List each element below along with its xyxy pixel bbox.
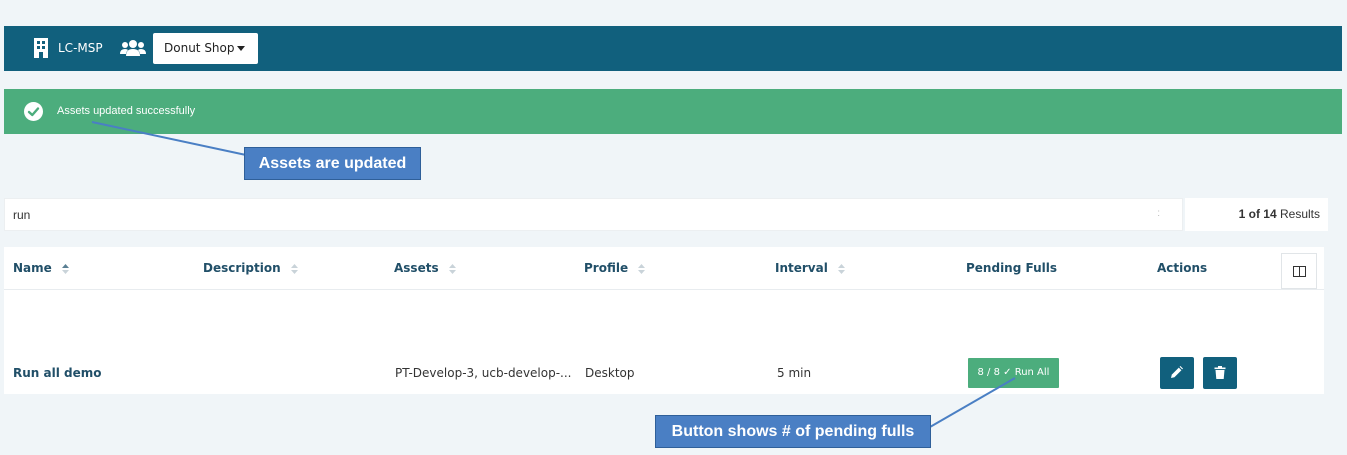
table-row: Run all demo PT-Develop-3, ucb-develop-.…: [4, 352, 1324, 394]
column-header-profile-label: Profile: [584, 261, 629, 275]
annotation-assets-updated: Assets are updated: [244, 147, 421, 180]
column-header-pending-fulls-label: Pending Fulls: [966, 261, 1058, 275]
column-header-name[interactable]: Name: [13, 247, 69, 289]
sort-icon: [290, 263, 298, 274]
column-toggle-button[interactable]: [1281, 253, 1317, 289]
search-box: :: [4, 198, 1183, 231]
delete-button[interactable]: [1203, 357, 1237, 389]
search-input[interactable]: [5, 199, 1145, 230]
results-summary: 1 of 14 Results: [1185, 198, 1328, 231]
row-assets: PT-Develop-3, ucb-develop-...: [395, 366, 572, 380]
tenant-select[interactable]: Donut Shop: [153, 33, 258, 64]
run-all-button[interactable]: 8 / 8 ✓ Run All: [968, 358, 1059, 388]
check-circle-icon: [24, 102, 43, 121]
column-header-name-label: Name: [13, 261, 52, 275]
column-header-pending-fulls: Pending Fulls: [966, 247, 1057, 289]
annotation-pending-fulls: Button shows # of pending fulls: [655, 415, 931, 448]
top-bar: LC-MSP Donut Shop: [4, 26, 1342, 71]
column-header-profile[interactable]: Profile: [584, 247, 646, 289]
column-header-assets-label: Assets: [394, 261, 439, 275]
columns-icon: [1293, 266, 1306, 277]
row-profile: Desktop: [585, 366, 635, 380]
column-header-interval-label: Interval: [775, 261, 828, 275]
row-name-link[interactable]: Run all demo: [13, 352, 101, 394]
column-header-actions: Actions: [1157, 247, 1207, 289]
success-alert: Assets updated successfully: [4, 89, 1342, 134]
chevron-down-icon: [237, 46, 245, 51]
sort-icon: [448, 263, 456, 274]
users-icon[interactable]: [120, 39, 146, 57]
column-header-description-label: Description: [203, 261, 281, 275]
alert-message: Assets updated successfully: [57, 105, 196, 117]
sort-asc-icon: [61, 263, 69, 274]
trash-icon: [1214, 366, 1226, 379]
table-header: Name Description Assets Profile Interval…: [4, 247, 1324, 290]
sort-icon: [638, 263, 646, 274]
results-count: 1 of 14: [1238, 207, 1277, 221]
org-name[interactable]: LC-MSP: [58, 26, 103, 71]
row-interval: 5 min: [777, 366, 812, 380]
sort-icon: [838, 263, 846, 274]
building-icon: [34, 38, 48, 58]
column-header-assets[interactable]: Assets: [394, 247, 456, 289]
column-header-interval[interactable]: Interval: [775, 247, 846, 289]
column-header-actions-label: Actions: [1157, 261, 1208, 275]
results-label: Results: [1279, 207, 1320, 221]
pencil-icon: [1171, 366, 1183, 378]
column-header-description[interactable]: Description: [203, 247, 298, 289]
tenant-select-value: Donut Shop: [164, 41, 235, 55]
table-spacer: [4, 290, 1324, 352]
edit-button[interactable]: [1160, 357, 1194, 389]
search-separator: :: [1157, 208, 1160, 219]
